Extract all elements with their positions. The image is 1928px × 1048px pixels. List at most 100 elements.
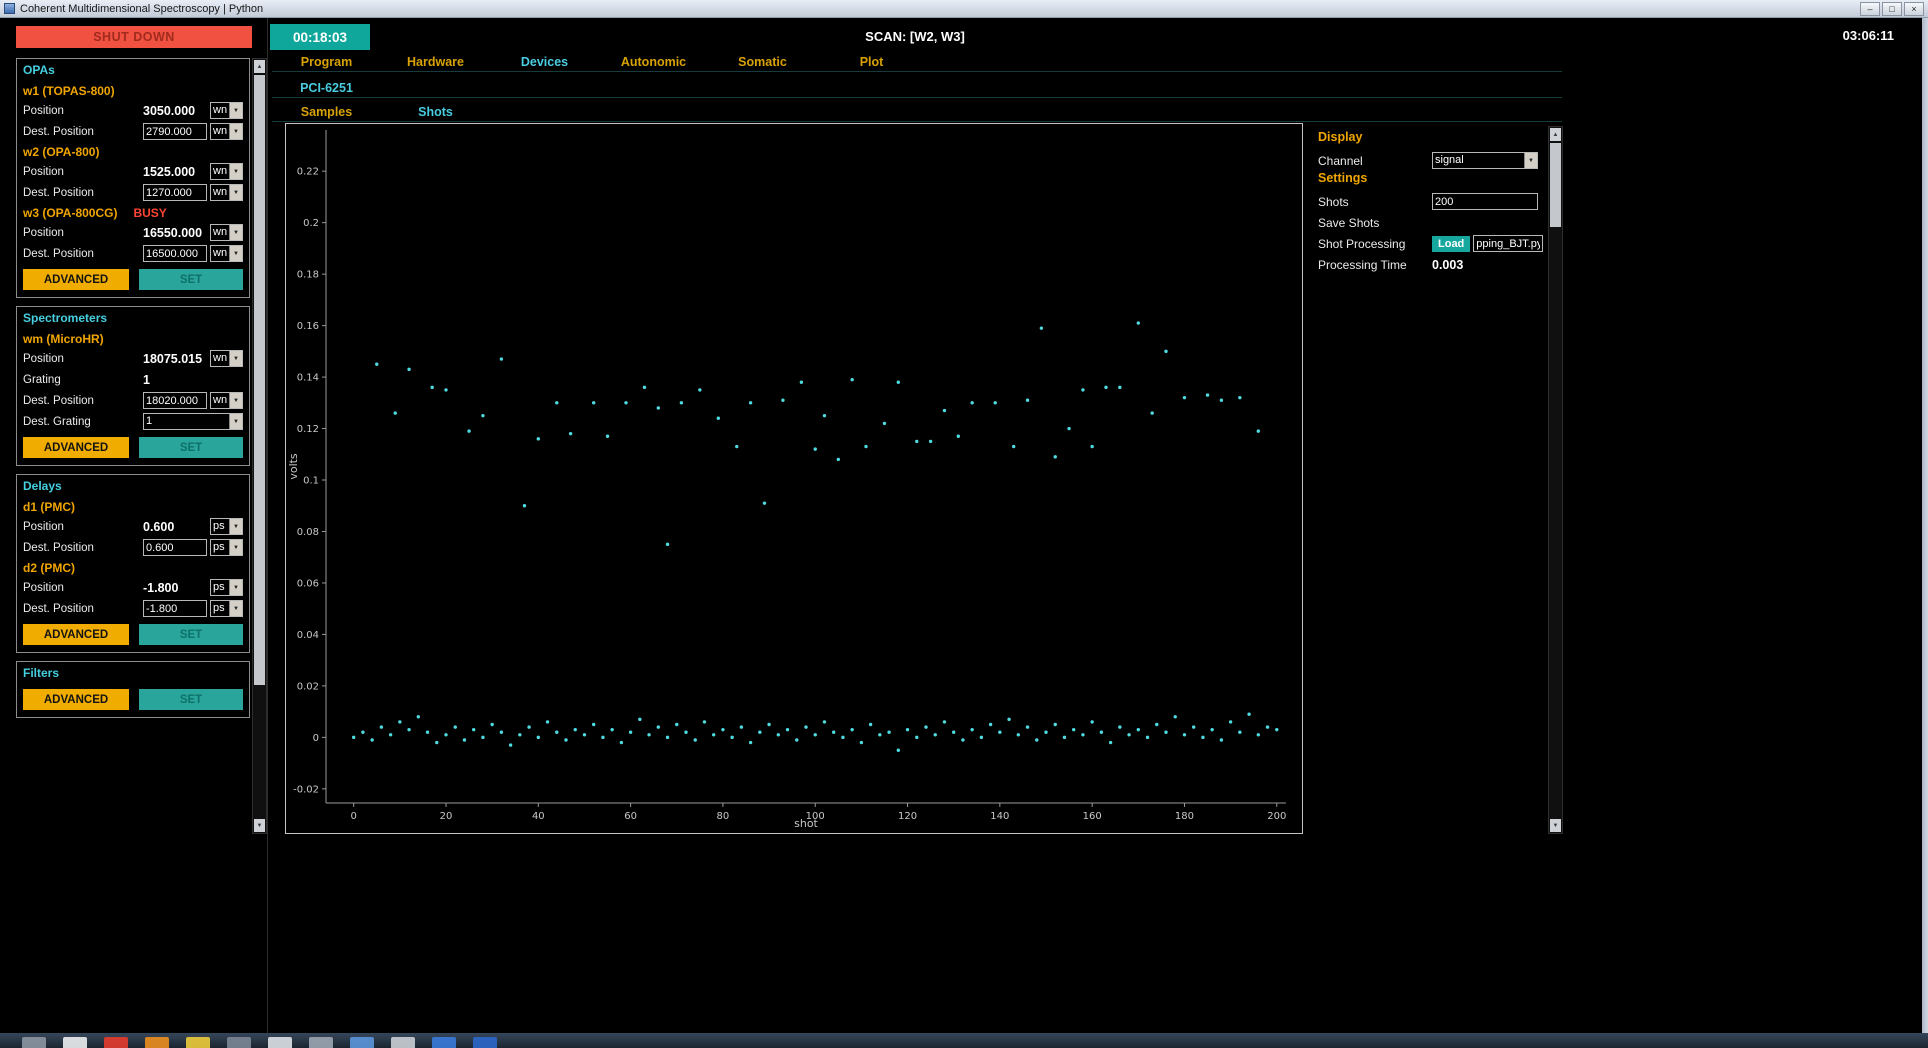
set-button[interactable]: SET xyxy=(139,437,243,458)
row-label: Dest. Position xyxy=(23,186,94,199)
chevron-down-icon: ▼ xyxy=(229,124,242,139)
shot-processing-row: Shot Processing Load xyxy=(1318,233,1546,254)
shots-row: Shots xyxy=(1318,191,1546,212)
position-value: 18075.015 xyxy=(143,351,203,366)
units-combo[interactable]: ps ▼ xyxy=(210,579,243,596)
shots-input[interactable] xyxy=(1432,193,1538,210)
units-value: wn xyxy=(213,226,228,238)
tab-shots[interactable]: Shots xyxy=(381,104,490,121)
dest-position-input[interactable] xyxy=(143,123,207,140)
svg-text:0.1: 0.1 xyxy=(303,476,319,487)
window-title: Coherent Multidimensional Spectroscopy |… xyxy=(20,2,264,15)
minimize-button[interactable]: – xyxy=(1860,1,1880,16)
taskbar-icon[interactable] xyxy=(22,1037,46,1048)
svg-text:140: 140 xyxy=(990,811,1009,822)
taskbar-icon[interactable] xyxy=(432,1037,456,1048)
taskbar-icon[interactable] xyxy=(186,1037,210,1048)
tab-hardware[interactable]: Hardware xyxy=(381,54,490,71)
dest-position-input[interactable] xyxy=(143,392,207,409)
dest-position-input[interactable] xyxy=(143,600,207,617)
taskbar-icon[interactable] xyxy=(268,1037,292,1048)
hardware-name: w2 (OPA-800) xyxy=(23,142,243,161)
advanced-button[interactable]: ADVANCED xyxy=(23,624,130,645)
scroll-up-icon[interactable]: ▲ xyxy=(254,60,265,73)
scroll-up-icon[interactable]: ▲ xyxy=(1550,128,1561,141)
chevron-down-icon: ▼ xyxy=(229,519,242,534)
tab-devices[interactable]: Devices xyxy=(490,54,599,71)
advanced-button[interactable]: ADVANCED xyxy=(23,437,130,458)
panel-delays: Delays d1 (PMC) Position 0.600 ps ▼ Dest.… xyxy=(16,474,250,653)
units-combo[interactable]: ps ▼ xyxy=(210,600,243,617)
position-row: Position -1.800 ps ▼ xyxy=(23,577,243,598)
tab-pci-6251[interactable]: PCI-6251 xyxy=(272,80,381,97)
position-row: Position 3050.000 wn ▼ xyxy=(23,100,243,121)
hardware-name-label: wm (MicroHR) xyxy=(23,331,104,346)
taskbar-icon[interactable] xyxy=(309,1037,333,1048)
close-button[interactable]: × xyxy=(1904,1,1924,16)
scrollbar-thumb[interactable] xyxy=(254,75,265,685)
svg-text:180: 180 xyxy=(1175,811,1194,822)
scroll-down-icon[interactable]: ▼ xyxy=(254,819,265,832)
taskbar-icon[interactable] xyxy=(145,1037,169,1048)
tab-program[interactable]: Program xyxy=(272,54,381,71)
sidebar-splitter xyxy=(267,18,268,1033)
row-label: Dest. Position xyxy=(23,602,94,615)
channel-combo[interactable]: signal ▼ xyxy=(1432,152,1538,169)
processing-time-value: 0.003 xyxy=(1432,257,1464,272)
maximize-button[interactable]: □ xyxy=(1882,1,1902,16)
taskbar-icon[interactable] xyxy=(391,1037,415,1048)
load-button[interactable]: Load xyxy=(1432,235,1471,252)
set-button[interactable]: SET xyxy=(139,269,243,290)
device-tab-bar: PCI-6251 xyxy=(272,80,1562,98)
chevron-down-icon: ▼ xyxy=(229,414,242,429)
save-shots-label: Save Shots xyxy=(1318,215,1380,230)
set-button[interactable]: SET xyxy=(139,689,243,710)
units-combo[interactable]: wn ▼ xyxy=(210,184,243,201)
svg-text:0: 0 xyxy=(313,733,319,744)
shutdown-button[interactable]: SHUT DOWN xyxy=(16,26,252,48)
position-row: Position 16550.000 wn ▼ xyxy=(23,222,243,243)
svg-text:0.16: 0.16 xyxy=(297,321,319,332)
units-combo[interactable]: ps ▼ xyxy=(210,539,243,556)
shots-plot[interactable]: -0.02 0 0.02 0.04 0.06 0.08 0.1 0.12 0.14 0.16 0.1… xyxy=(285,123,1303,834)
dest-position-row: Dest. Position wn▼ xyxy=(23,243,243,264)
dest-position-row: Dest. Position wn▼ xyxy=(23,390,243,411)
position-value: 3050.000 xyxy=(143,103,196,118)
tab-plot[interactable]: Plot xyxy=(817,54,926,71)
advanced-button[interactable]: ADVANCED xyxy=(23,269,130,290)
taskbar-icon[interactable] xyxy=(227,1037,251,1048)
scrollbar-thumb[interactable] xyxy=(1550,143,1561,227)
hardware-name-label: d1 (PMC) xyxy=(23,499,75,514)
units-combo[interactable]: ps ▼ xyxy=(210,518,243,535)
taskbar-icon[interactable] xyxy=(104,1037,128,1048)
shots-chart[interactable]: -0.02 0 0.02 0.04 0.06 0.08 0.1 0.12 0.14 0.16 0.1… xyxy=(286,124,1302,833)
tab-samples[interactable]: Samples xyxy=(272,104,381,121)
windows-taskbar[interactable] xyxy=(0,1033,1928,1048)
script-input[interactable] xyxy=(1473,235,1544,252)
dest-position-input[interactable] xyxy=(143,539,207,556)
taskbar-icon[interactable] xyxy=(63,1037,87,1048)
dest-position-input[interactable] xyxy=(143,184,207,201)
units-value: wn xyxy=(213,186,228,198)
dest-grating-combo[interactable]: 1 ▼ xyxy=(143,413,243,430)
taskbar-icon[interactable] xyxy=(350,1037,374,1048)
taskbar-icon[interactable] xyxy=(473,1037,497,1048)
units-value: wn xyxy=(213,104,228,116)
advanced-button[interactable]: ADVANCED xyxy=(23,689,130,710)
units-combo[interactable]: wn ▼ xyxy=(210,392,243,409)
units-combo[interactable]: wn ▼ xyxy=(210,163,243,180)
main-scrollbar[interactable]: ▲ ▼ xyxy=(1548,126,1563,834)
dest-position-input[interactable] xyxy=(143,245,207,262)
tab-somatic[interactable]: Somatic xyxy=(708,54,817,71)
units-combo[interactable]: wn ▼ xyxy=(210,102,243,119)
row-label: Dest. Position xyxy=(23,394,94,407)
scroll-down-icon[interactable]: ▼ xyxy=(1550,819,1561,832)
units-combo[interactable]: wn ▼ xyxy=(210,224,243,241)
units-combo[interactable]: wn ▼ xyxy=(210,350,243,367)
sidebar-scrollbar[interactable]: ▲ ▼ xyxy=(252,58,267,834)
window-titlebar[interactable]: Coherent Multidimensional Spectroscopy |… xyxy=(0,0,1928,18)
units-combo[interactable]: wn ▼ xyxy=(210,123,243,140)
tab-autonomic[interactable]: Autonomic xyxy=(599,54,708,71)
set-button[interactable]: SET xyxy=(139,624,243,645)
units-combo[interactable]: wn ▼ xyxy=(210,245,243,262)
